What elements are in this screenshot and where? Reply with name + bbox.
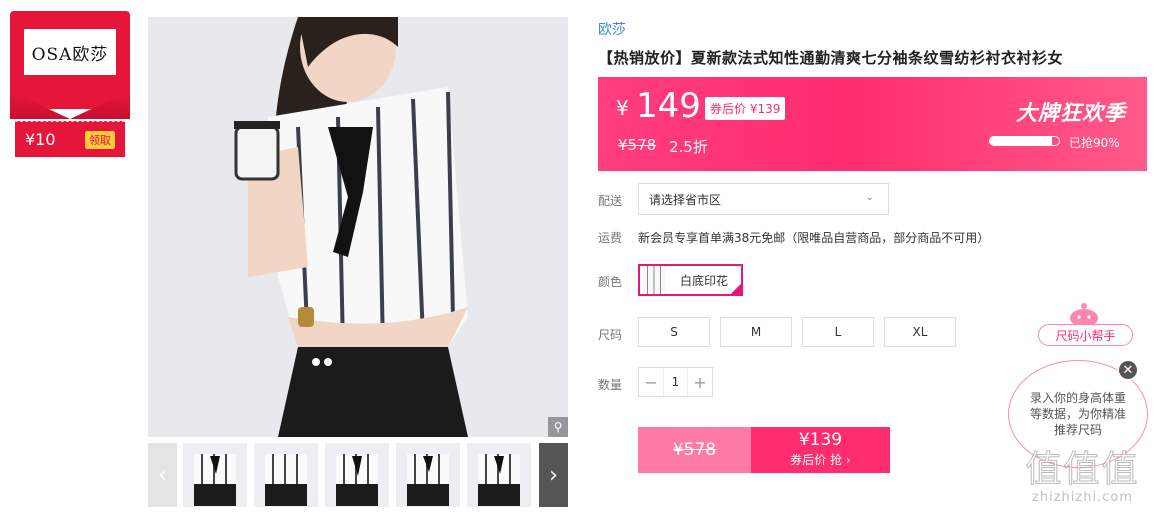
size-helper-message: 录入你的身高体重等数据，为你精准推荐尺码 <box>1029 391 1126 437</box>
chevron-left-icon[interactable]: ‹ <box>148 443 177 507</box>
size-option-l[interactable]: L <box>802 317 874 347</box>
shipping-label: 运费 <box>598 231 623 245</box>
region-select[interactable]: 请选择省市区 ⌄ <box>638 183 889 215</box>
check-icon <box>729 282 743 296</box>
search-icon[interactable]: ⚲ <box>548 417 568 437</box>
coupon-price-tag: 券后价 ¥139 <box>705 97 786 120</box>
coupon-value: ¥10 <box>25 130 56 149</box>
sales-progress-fill <box>990 137 1053 145</box>
quantity-stepper: − 1 + <box>638 367 713 397</box>
product-photo <box>148 17 568 437</box>
buy-original-price[interactable]: ¥578 <box>638 427 751 473</box>
watermark-logo: 值值值 <box>1025 449 1140 491</box>
quantity-input[interactable]: 1 <box>663 368 688 396</box>
size-label: 尺码 <box>598 328 623 342</box>
promo-title: 大牌狂欢季 <box>1016 101 1126 125</box>
region-select-value: 请选择省市区 <box>649 192 722 207</box>
size-option-m[interactable]: M <box>720 317 792 347</box>
color-option-label: 白底印花 <box>680 273 729 288</box>
buy-with-coupon-button[interactable]: ¥139 券后价 抢 › <box>751 427 890 473</box>
quantity-label: 数量 <box>598 378 623 392</box>
current-price: 149 <box>636 86 701 126</box>
main-product-image[interactable]: ⚲ <box>148 17 568 437</box>
brand-coupon: ¥10 领取 <box>15 121 125 157</box>
shipping-info: 新会员专享首单满38元免邮（限唯品自营商品，部分商品不可用） <box>638 231 990 245</box>
chevron-down-icon: ⌄ <box>865 192 874 203</box>
product-title: 【热销放价】夏新款法式知性通勤清爽七分袖条纹雪纺衫衬衣衬衫女 <box>598 49 1064 67</box>
watermark: 值值值 zhizhizhi.com <box>1010 440 1155 512</box>
thumbnail[interactable] <box>396 443 460 507</box>
brand-link[interactable]: 欧莎 <box>598 19 626 39</box>
minus-icon[interactable]: − <box>639 368 663 396</box>
mascot-icon <box>1070 303 1098 326</box>
thumbnail[interactable] <box>183 443 247 507</box>
brand-logo[interactable]: OSA欧莎 <box>24 29 116 75</box>
color-swatch <box>642 266 666 294</box>
size-helper-tag[interactable]: 尺码小帮手 <box>1038 324 1133 346</box>
currency-symbol: ¥ <box>616 96 629 120</box>
plus-icon[interactable]: + <box>688 368 712 396</box>
thumbnail[interactable] <box>325 443 389 507</box>
original-price: ¥578 <box>618 136 657 154</box>
thumbnail[interactable] <box>467 443 531 507</box>
buy-coupon-price: ¥139 <box>798 430 843 450</box>
price-banner: ¥ 149 券后价 ¥139 ¥578 2.5折 大牌狂欢季 已抢90% <box>598 77 1147 171</box>
sales-progress-bar <box>989 136 1060 146</box>
close-icon[interactable]: ✕ <box>1117 359 1139 381</box>
watermark-url: zhizhizhi.com <box>1032 490 1133 505</box>
buy-coupon-label: 券后价 抢 › <box>790 453 851 467</box>
claim-coupon-button[interactable]: 领取 <box>85 130 115 149</box>
sales-progress-text: 已抢90% <box>1069 136 1120 150</box>
size-option-s[interactable]: S <box>638 317 710 347</box>
discount-rate: 2.5折 <box>669 138 708 156</box>
delivery-label: 配送 <box>598 194 623 208</box>
color-option-selected[interactable]: 白底印花 <box>638 264 743 296</box>
chevron-right-icon[interactable]: › <box>539 443 568 507</box>
color-label: 颜色 <box>598 275 623 289</box>
brand-coupon-card[interactable]: OSA欧莎 ¥10 领取 <box>10 11 130 157</box>
size-option-xl[interactable]: XL <box>884 317 956 347</box>
thumbnail[interactable] <box>254 443 318 507</box>
thumbnail-strip: ‹ › <box>148 443 568 507</box>
